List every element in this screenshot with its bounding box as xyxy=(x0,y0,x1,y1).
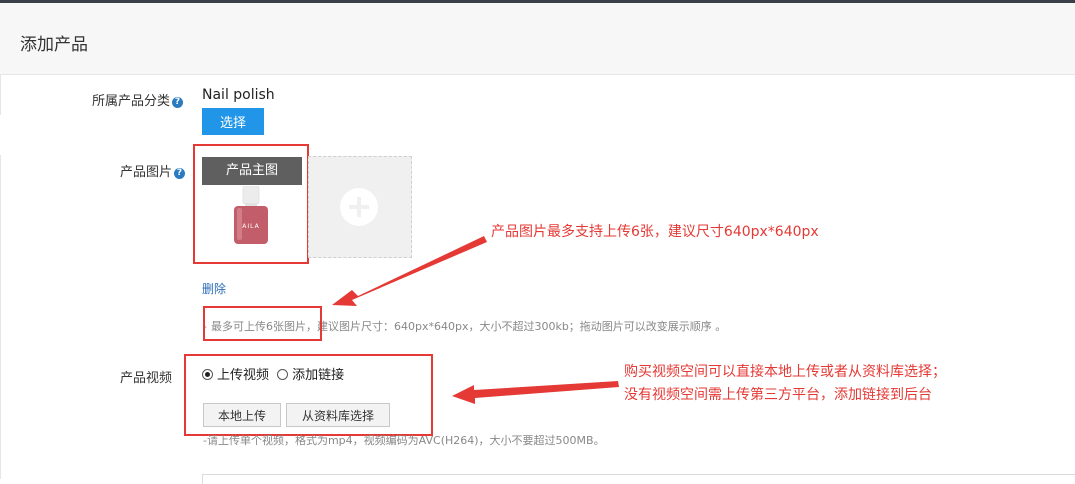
annotation-arrows xyxy=(332,236,619,404)
arrow-images xyxy=(332,236,487,306)
arrow-video xyxy=(452,381,619,404)
